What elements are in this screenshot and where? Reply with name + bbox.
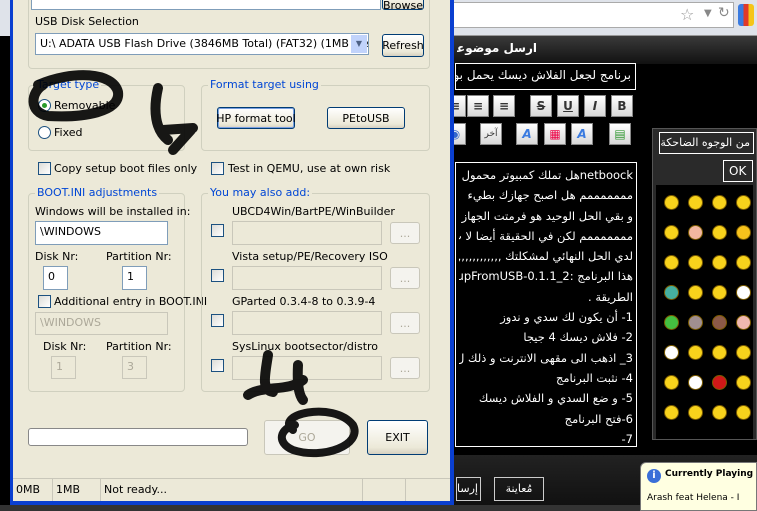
message-line: netboockهل تملك كمبيوتر محمول (461, 168, 633, 182)
strike-button[interactable]: S (530, 95, 552, 117)
star-icon[interactable]: ☆ (680, 5, 694, 24)
align-left-button[interactable]: ≡ (493, 95, 515, 117)
film-icon[interactable]: ▤ (609, 123, 631, 145)
smiley-icon[interactable] (688, 405, 703, 420)
post-header-bar: ارسل موضوعاً ج (454, 36, 757, 64)
smiley-icon[interactable] (736, 345, 751, 360)
smiley-icon[interactable] (736, 195, 751, 210)
align-center-button[interactable]: ≡ (467, 95, 489, 117)
notification-title: Currently Playing (665, 469, 754, 479)
message-line: لدي الحل النهائي لمشكلتك ,,,,,,,,,,,,,,,… (459, 249, 633, 264)
smiley-icon[interactable] (712, 285, 727, 300)
message-line: 6-فتح البرنامج (564, 411, 633, 426)
bold-button[interactable]: B (611, 95, 633, 117)
smiley-icon[interactable] (736, 405, 751, 420)
status-pane (363, 479, 406, 501)
message-line: 4- نثبت البرنامج (555, 370, 633, 385)
smiley-icon[interactable] (664, 285, 679, 300)
smiley-icon[interactable] (688, 345, 703, 360)
subject-input[interactable]: برنامج لجعل الفلاش ديسك يحمل بوت (455, 63, 636, 90)
font-color-icon[interactable]: A (516, 123, 538, 145)
smiley-icon[interactable] (688, 375, 703, 390)
italic-button[interactable]: I (584, 95, 606, 117)
palette-icon[interactable]: ▦ (544, 123, 566, 145)
message-body[interactable]: netboockهل تملك كمبيوتر محمول مممممممم هل… (455, 162, 637, 447)
smiley-icon[interactable] (664, 375, 679, 390)
google-icon[interactable] (738, 4, 754, 26)
info-icon: i (647, 469, 661, 483)
message-line: 3_ اذهب الى مقهى الانترنت و ذلك ل (459, 350, 633, 365)
message-line: مممممممم هل اصبح جهازك بطيء (467, 188, 633, 203)
send-button[interactable]: إرسال (456, 477, 481, 501)
smiley-icon[interactable] (664, 195, 679, 210)
smiley-icon[interactable] (736, 375, 751, 390)
smiley-icon[interactable] (712, 405, 727, 420)
smiley-icon[interactable] (712, 255, 727, 270)
smiley-icon[interactable] (712, 195, 727, 210)
status-message: Not ready... (101, 479, 363, 501)
post-header-title: ارسل موضوعاً ج (457, 41, 537, 55)
dropdown-icon[interactable]: ▼ (704, 8, 712, 19)
smiley-icon[interactable] (688, 285, 703, 300)
smiley-icon[interactable] (712, 225, 727, 240)
font-size-icon[interactable]: A (571, 123, 593, 145)
smiley-icon[interactable] (664, 255, 679, 270)
message-line: 7- (621, 431, 633, 446)
smiley-icon[interactable] (688, 195, 703, 210)
smilies-select[interactable]: من الوجوه الضاحكة (659, 132, 754, 154)
smiley-icon[interactable] (688, 255, 703, 270)
message-line: هذا البرنامج :WinSetupFromUSB-0.1.1_2 (459, 269, 633, 284)
other-button[interactable]: آخر (480, 123, 502, 145)
smiley-icon[interactable] (712, 375, 727, 390)
status-free: 1MB (53, 479, 101, 501)
message-line: 2- فلاش ديسك 4 جيجا (523, 330, 633, 345)
smilies-grid (656, 185, 753, 439)
smiley-icon[interactable] (664, 225, 679, 240)
smiley-icon[interactable] (688, 225, 703, 240)
smiley-icon[interactable] (712, 315, 727, 330)
notification-balloon[interactable]: i Currently Playing Arash feat Helena - … (640, 462, 757, 511)
message-line: 1- أن يكون لك سدي و ندوز (500, 310, 633, 325)
message-line: 5- و ضع السدي و الفلاش ديسك (478, 391, 633, 406)
winsetupfromusb-dialog: Browse USB Disk Selection U:\ ADATA USB … (10, 0, 454, 505)
smilies-panel: من الوجوه الضاحكة OK (652, 128, 757, 440)
message-line: مممممممم لكن في الحقيقة أيضا لا ت (459, 228, 633, 243)
notification-text: Arash feat Helena - I (647, 493, 740, 503)
message-line: و بقي الحل الوحيد هو فرمتت الجهاز (461, 208, 633, 223)
smiley-icon[interactable] (736, 285, 751, 300)
message-line: الطريقة . (588, 289, 633, 304)
status-bar: 0MB 1MB Not ready... (13, 478, 450, 501)
scribble-annotation (28, 70, 359, 458)
smiley-icon[interactable] (664, 345, 679, 360)
status-total: 0MB (13, 479, 53, 501)
ok-button[interactable]: OK (723, 160, 753, 182)
preview-button[interactable]: مُعاينة (494, 477, 544, 501)
smiley-icon[interactable] (736, 225, 751, 240)
smiley-icon[interactable] (664, 405, 679, 420)
smiley-icon[interactable] (712, 345, 727, 360)
smiley-icon[interactable] (736, 315, 751, 330)
browser-toolbar: ☆ ▼ ↻ (454, 0, 757, 36)
smiley-icon[interactable] (664, 315, 679, 330)
underline-button[interactable]: U (557, 95, 579, 117)
smiley-icon[interactable] (688, 315, 703, 330)
smiley-icon[interactable] (736, 255, 751, 270)
reload-icon[interactable]: ↻ (718, 5, 730, 21)
